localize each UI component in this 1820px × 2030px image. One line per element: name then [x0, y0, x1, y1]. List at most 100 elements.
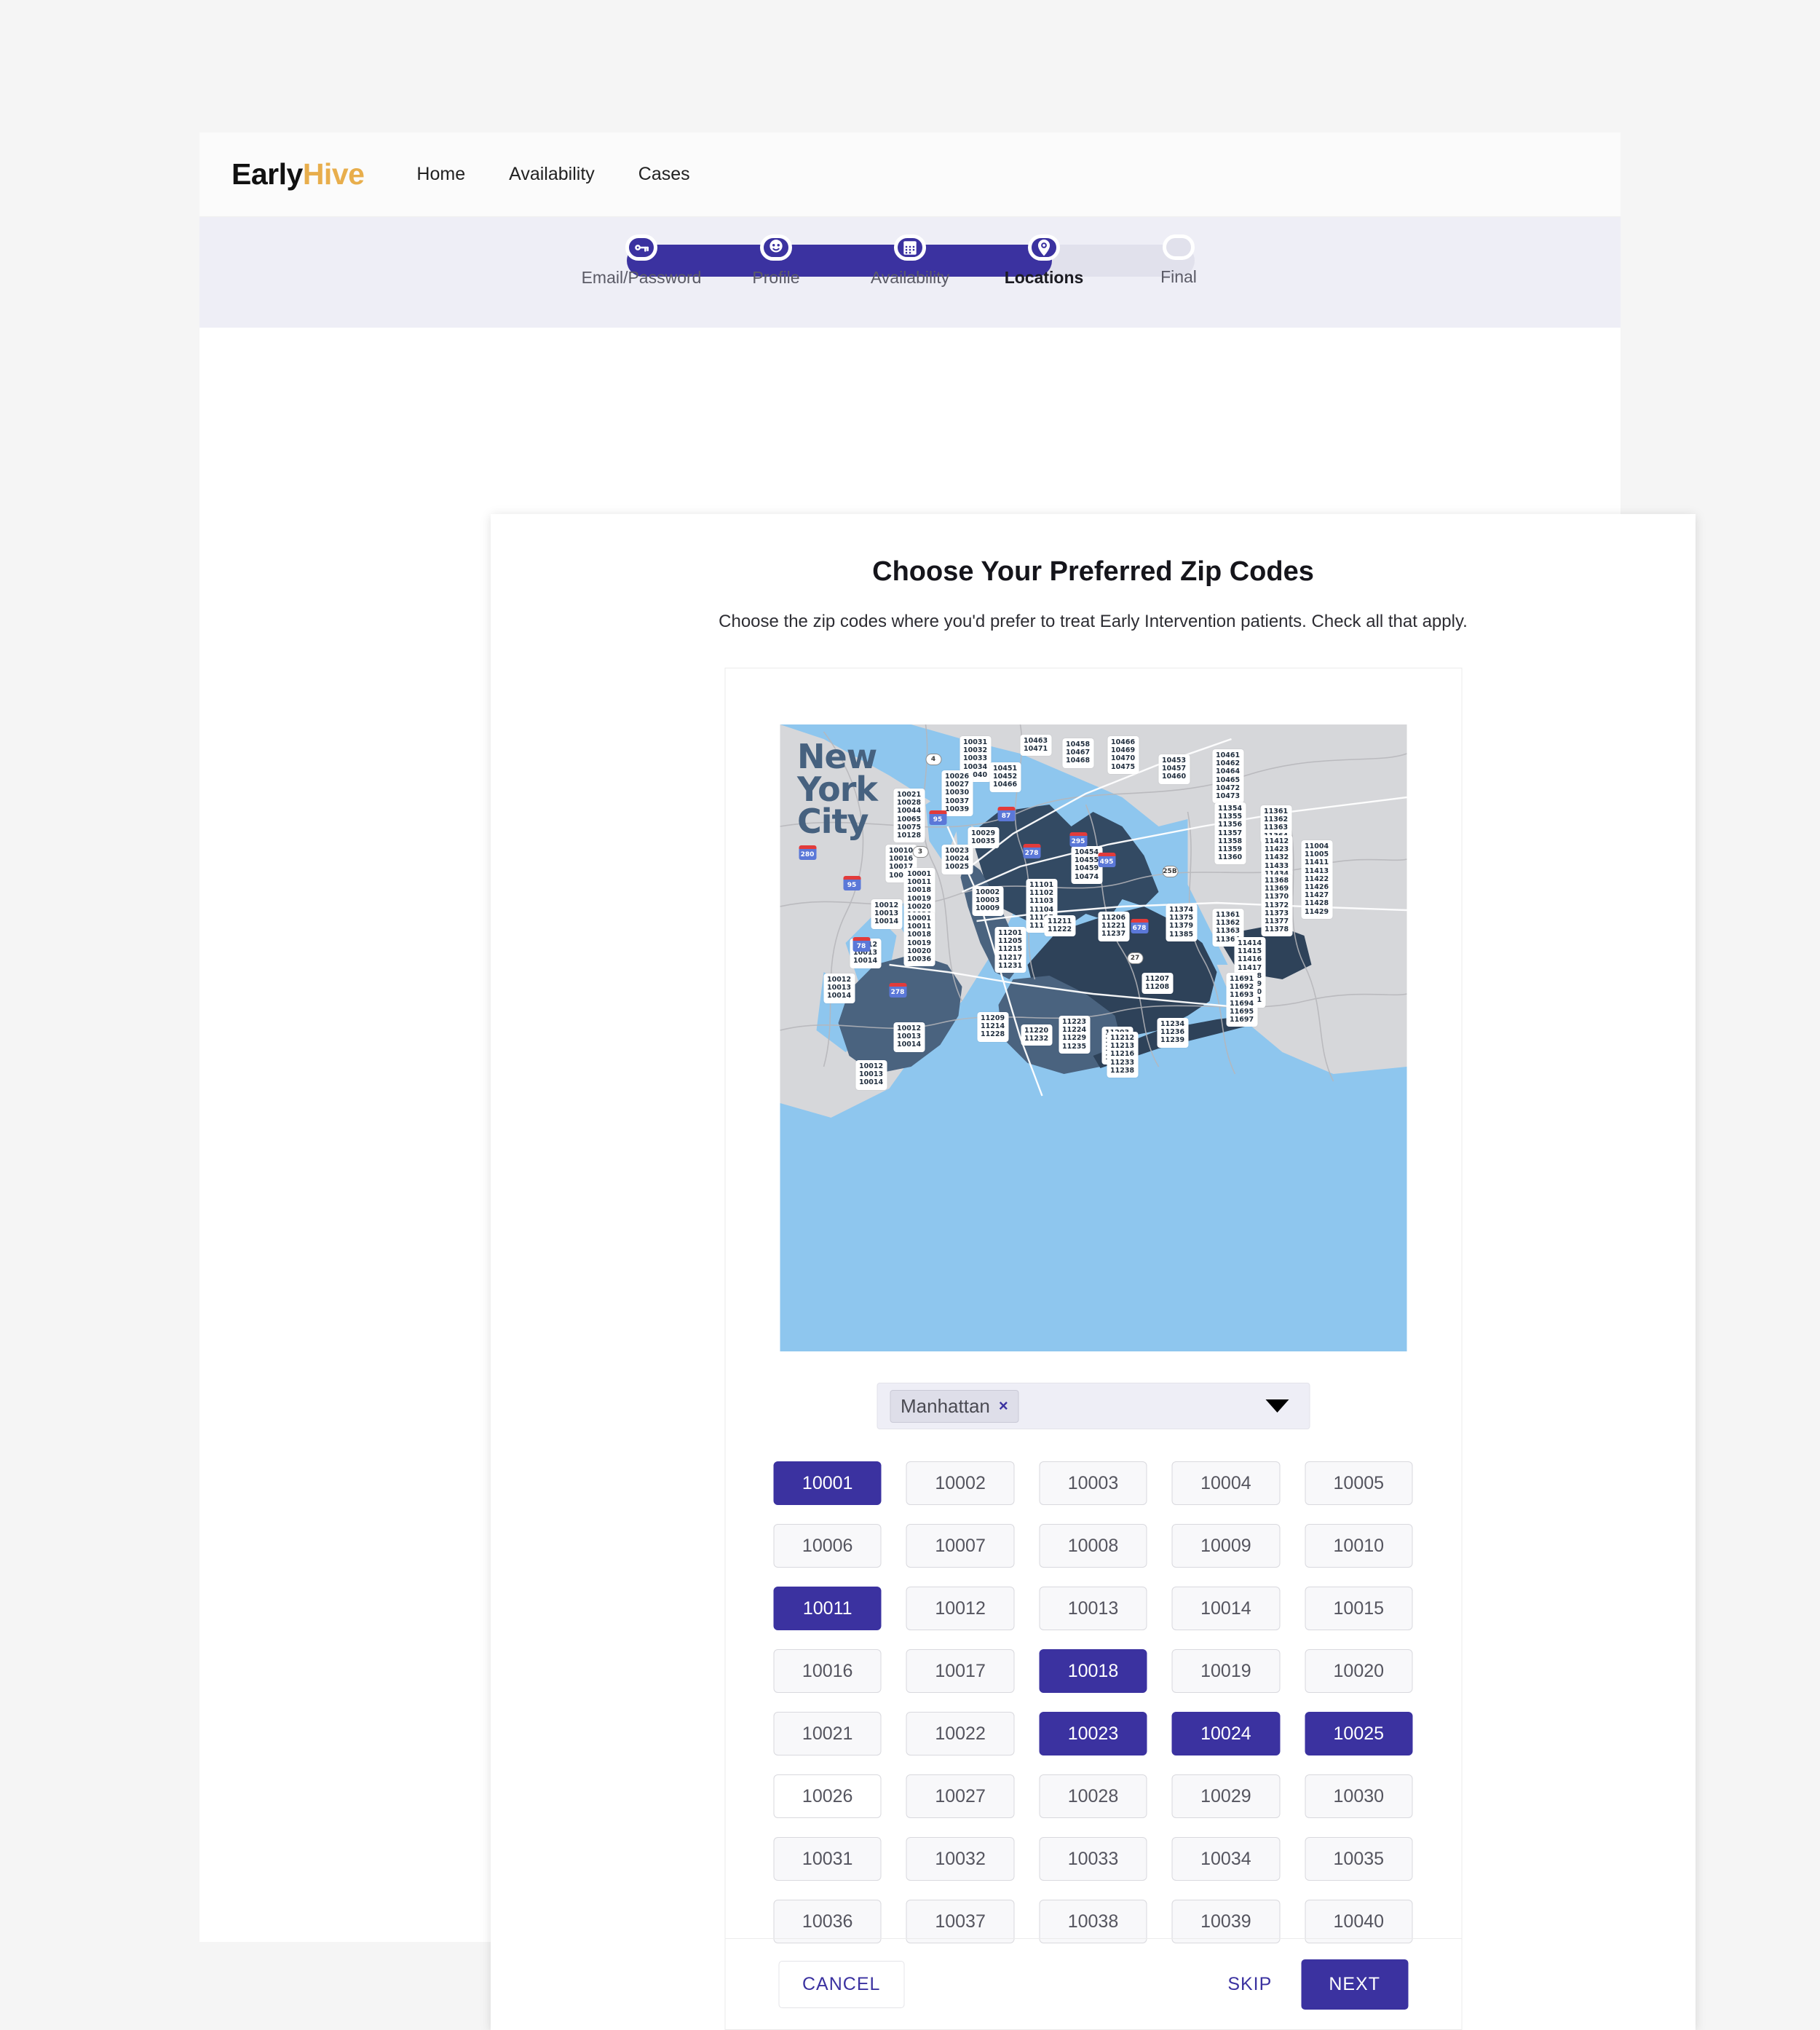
zipcode-button-10029[interactable]: 10029 [1171, 1774, 1281, 1818]
zipcode-button-10012[interactable]: 10012 [906, 1587, 1015, 1630]
page-subtitle: Choose the zip codes where you'd prefer … [719, 612, 1468, 631]
nav-links: Home Availability Cases [416, 164, 733, 185]
map-zip-label: 11691 11692 11693 11694 11695 11697 [1226, 973, 1258, 1027]
zipcode-button-10006[interactable]: 10006 [773, 1524, 882, 1568]
zipcode-button-10023[interactable]: 10023 [1039, 1712, 1147, 1755]
next-button[interactable]: NEXT [1301, 1959, 1408, 2010]
zipcode-button-10014[interactable]: 10014 [1171, 1587, 1281, 1630]
zipcode-grid: 10001 10002 10003 10004 10005 10006 10007 10008… [773, 1461, 1413, 1943]
zipcode-button-10026[interactable]: 10026 [773, 1774, 882, 1818]
zipcode-button-10039[interactable]: 10039 [1171, 1900, 1281, 1943]
step-label-profile: Profile [752, 268, 800, 287]
calendar-icon[interactable] [894, 234, 926, 261]
highway-shield-icon: 280 [799, 845, 816, 860]
nav-item-cases[interactable]: Cases [638, 164, 690, 185]
step-email-password[interactable]: Email/Password [582, 234, 701, 287]
map-zip-label: 10466 10469 10470 10475 [1107, 736, 1139, 774]
borough-chip-label: Manhattan [901, 1394, 990, 1417]
zipcode-button-10037[interactable]: 10037 [906, 1900, 1015, 1943]
zipcode-button-10025[interactable]: 10025 [1305, 1712, 1413, 1755]
zipcode-button-10024[interactable]: 10024 [1171, 1712, 1281, 1755]
zipcode-button-10031[interactable]: 10031 [773, 1837, 882, 1881]
map-zip-label: 11220 11232 [1021, 1024, 1053, 1046]
zipcode-button-10022[interactable]: 10022 [906, 1712, 1015, 1755]
zipcode-button-10019[interactable]: 10019 [1171, 1649, 1281, 1693]
zipcode-button-10038[interactable]: 10038 [1039, 1900, 1147, 1943]
zipcode-button-10035[interactable]: 10035 [1305, 1837, 1413, 1881]
map-zip-label: 10021 10028 10044 10065 10075 10128 [893, 789, 925, 843]
map-zip-label: 10012 10013 10014 [855, 1060, 887, 1090]
zipcode-button-10040[interactable]: 10040 [1305, 1900, 1413, 1943]
zipcode-button-10004[interactable]: 10004 [1171, 1461, 1281, 1505]
map-zip-label: 10026 10027 10030 10037 10039 [941, 770, 973, 817]
map-zip-label: 10461 10462 10464 10465 10472 10473 [1212, 749, 1244, 804]
zipcode-button-10001[interactable]: 10001 [773, 1461, 882, 1505]
step-profile[interactable]: Profile [750, 234, 802, 287]
highway-shield-icon: 95 [843, 876, 860, 890]
zipcode-button-10013[interactable]: 10013 [1039, 1587, 1147, 1630]
zipcode-button-10030[interactable]: 10030 [1305, 1774, 1413, 1818]
zipcode-button-10032[interactable]: 10032 [906, 1837, 1015, 1881]
borough-multiselect[interactable]: Manhattan × [877, 1383, 1310, 1429]
map-zip-label: 11004 11005 11411 11413 11422 11426 1142… [1301, 840, 1333, 919]
empty-circle-icon[interactable] [1163, 234, 1195, 260]
step-availability[interactable]: Availability [871, 234, 949, 287]
zipcode-button-10010[interactable]: 10010 [1305, 1524, 1413, 1568]
map-zip-label: 10458 10467 10468 [1062, 738, 1094, 768]
zipcode-button-10008[interactable]: 10008 [1039, 1524, 1147, 1568]
step-locations[interactable]: Locations [1005, 234, 1083, 287]
brand-logo[interactable]: EarlyHive [232, 157, 365, 191]
map-zip-label: 11211 11222 [1044, 915, 1076, 937]
page-title: Choose Your Preferred Zip Codes [872, 556, 1314, 587]
map-zip-label: 10023 10024 10025 [941, 845, 973, 874]
zipcode-button-10028[interactable]: 10028 [1039, 1774, 1147, 1818]
zipcode-button-10009[interactable]: 10009 [1171, 1524, 1281, 1568]
zipcode-button-10005[interactable]: 10005 [1305, 1461, 1413, 1505]
zipcode-button-10027[interactable]: 10027 [906, 1774, 1015, 1818]
zipcode-button-10034[interactable]: 10034 [1171, 1837, 1281, 1881]
step-final[interactable]: Final [1152, 234, 1205, 287]
map-zip-label: 11374 11375 11379 11385 [1166, 904, 1198, 941]
key-icon[interactable] [625, 234, 657, 261]
cancel-button[interactable]: CANCEL [778, 1960, 905, 2008]
zip-panel: New York City 10031 10032 10033 10034 10… [724, 668, 1462, 2030]
zipcode-button-10020[interactable]: 10020 [1305, 1649, 1413, 1693]
zipcode-button-10033[interactable]: 10033 [1039, 1837, 1147, 1881]
nav-item-availability[interactable]: Availability [509, 164, 595, 185]
borough-chip-manhattan[interactable]: Manhattan × [890, 1389, 1019, 1423]
page-root: EarlyHive Home Availability Cases Email/… [0, 0, 1820, 2030]
zipcode-button-10015[interactable]: 10015 [1305, 1587, 1413, 1630]
app-window: EarlyHive Home Availability Cases Email/… [199, 133, 1696, 2030]
zipcode-button-10036[interactable]: 10036 [773, 1900, 882, 1943]
brand-first: Early [232, 157, 303, 191]
route-marker-icon: 27 [1127, 952, 1143, 964]
remove-chip-icon[interactable]: × [999, 1398, 1008, 1414]
map-zip-label: 11207 11208 [1142, 973, 1174, 995]
zipcode-button-10021[interactable]: 10021 [773, 1712, 882, 1755]
zipcode-button-10003[interactable]: 10003 [1039, 1461, 1147, 1505]
zipcode-button-10002[interactable]: 10002 [906, 1461, 1015, 1505]
map-zip-label: 10002 10003 10009 [972, 886, 1004, 916]
chevron-down-icon[interactable] [1265, 1399, 1289, 1413]
location-pin-icon[interactable] [1028, 234, 1060, 261]
map-zip-label: 10001 10011 10018 10019 10020 10036 [903, 912, 935, 967]
map-zip-label: 11206 11221 11237 [1098, 912, 1130, 941]
step-label-availability: Availability [870, 268, 950, 287]
map-zip-label: 11209 11214 11228 [977, 1012, 1009, 1042]
map-zip-label: 11354 11355 11356 11357 11358 11359 1136… [1214, 802, 1246, 865]
highway-shield-icon: 278 [1023, 844, 1040, 858]
zipcode-button-10016[interactable]: 10016 [773, 1649, 882, 1693]
zipcode-button-10007[interactable]: 10007 [906, 1524, 1015, 1568]
profile-face-icon[interactable] [760, 234, 792, 261]
nyc-zip-map[interactable]: New York City 10031 10032 10033 10034 10… [780, 724, 1406, 1351]
card-actions: CANCEL SKIP NEXT [725, 1939, 1461, 2029]
zipcode-button-10011[interactable]: 10011 [773, 1587, 882, 1630]
highway-shield-icon: 495 [1098, 853, 1115, 867]
map-title: New York City [797, 737, 878, 842]
map-zip-label: 10012 10013 10014 [893, 1022, 925, 1052]
zipcode-button-10017[interactable]: 10017 [906, 1649, 1015, 1693]
route-marker-icon: 4 [925, 754, 941, 765]
nav-item-home[interactable]: Home [416, 164, 465, 185]
zipcode-button-10018[interactable]: 10018 [1039, 1649, 1147, 1693]
skip-button[interactable]: SKIP [1227, 1974, 1272, 1995]
